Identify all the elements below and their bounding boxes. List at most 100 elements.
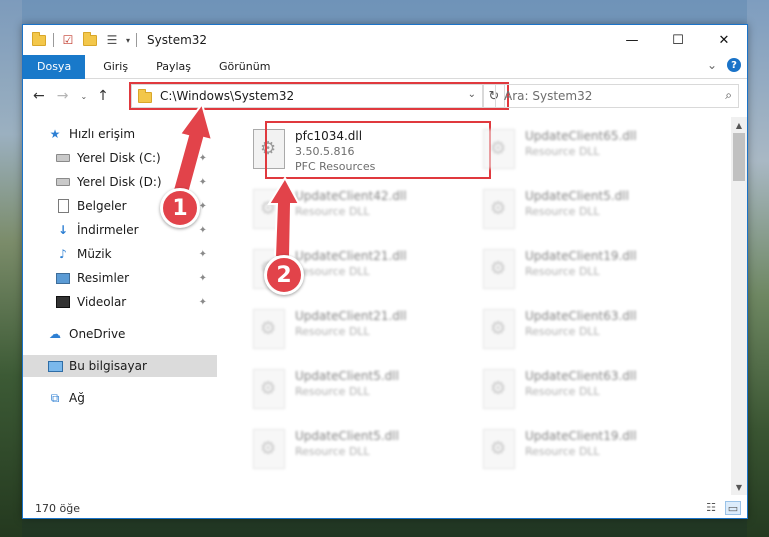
item-count: 170 öğe	[35, 501, 80, 515]
pictures-icon	[55, 270, 71, 286]
file-name: UpdateClient65.dll	[525, 129, 637, 143]
file-highlight-box	[265, 121, 491, 179]
cloud-icon: ☁	[49, 327, 61, 341]
sidebar-item-local-disk-c[interactable]: Yerel Disk (C:) ✦	[23, 147, 217, 169]
help-icon[interactable]: ?	[727, 58, 741, 72]
vertical-scrollbar[interactable]: ▲ ▼	[731, 117, 747, 495]
sidebar-item-label: Bu bilgisayar	[69, 359, 147, 373]
tab-file[interactable]: Dosya	[23, 54, 86, 79]
list-item[interactable]: UpdateClient63.dll Resource DLL	[475, 301, 695, 357]
new-folder-icon[interactable]	[82, 31, 98, 48]
music-icon: ♪	[59, 247, 67, 261]
file-description: Resource DLL	[295, 205, 370, 218]
file-description: Resource DLL	[525, 205, 600, 218]
sidebar-item-label: Yerel Disk (C:)	[77, 151, 161, 165]
close-button[interactable]: ✕	[701, 25, 747, 55]
dll-file-icon	[483, 189, 515, 229]
dll-file-icon	[253, 429, 285, 469]
tab-home[interactable]: Giriş	[89, 55, 142, 79]
toolbar-separator	[136, 33, 138, 47]
file-name: UpdateClient63.dll	[525, 309, 637, 323]
pin-icon[interactable]: ✦	[199, 273, 207, 284]
list-item[interactable]: UpdateClient63.dll Resource DLL	[475, 361, 695, 417]
sidebar-item-quick-access[interactable]: ★ Hızlı erişim	[23, 123, 217, 145]
document-icon	[55, 198, 71, 214]
details-view-icon[interactable]: ☷	[703, 501, 719, 515]
scroll-up-icon[interactable]: ▲	[731, 117, 747, 133]
address-row: ← → ⌄ ↑ C:\Windows\System32 ⌄ ↻ Ara: Sys…	[23, 80, 747, 114]
pin-icon[interactable]: ✦	[199, 249, 207, 260]
scrollbar-thumb[interactable]	[733, 133, 745, 181]
minimize-button[interactable]: —	[609, 25, 655, 55]
file-description: Resource DLL	[525, 385, 600, 398]
file-description: Resource DLL	[295, 445, 370, 458]
sidebar-item-pictures[interactable]: Resimler ✦	[23, 267, 217, 289]
view-switcher: ☷ ▭	[697, 501, 741, 515]
sidebar-item-label: Videolar	[77, 295, 127, 309]
tab-share[interactable]: Paylaş	[142, 55, 205, 79]
dll-file-icon	[253, 309, 285, 349]
tiles-view-icon[interactable]: ▭	[725, 501, 741, 515]
dll-file-icon	[483, 129, 515, 169]
file-name: UpdateClient19.dll	[525, 429, 637, 443]
file-description: Resource DLL	[525, 325, 600, 338]
pin-icon[interactable]: ✦	[199, 177, 207, 188]
list-item[interactable]: UpdateClient5.dll Resource DLL	[245, 361, 465, 417]
sidebar-item-label: Yerel Disk (D:)	[77, 175, 162, 189]
up-button[interactable]: ↑	[97, 88, 109, 104]
pin-icon[interactable]: ✦	[199, 153, 207, 164]
list-item[interactable]: UpdateClient5.dll Resource DLL	[475, 181, 695, 237]
file-description: Resource DLL	[295, 265, 370, 278]
file-name: UpdateClient5.dll	[295, 429, 399, 443]
recent-locations-dropdown[interactable]: ⌄	[80, 92, 87, 101]
sidebar-item-label: Belgeler	[77, 199, 127, 213]
file-description: Resource DLL	[295, 385, 370, 398]
properties-icon[interactable]: ☑	[60, 32, 76, 48]
pin-icon[interactable]: ✦	[199, 297, 207, 308]
file-name: UpdateClient5.dll	[295, 369, 399, 383]
address-highlight-box	[129, 82, 509, 110]
file-description: Resource DLL	[525, 145, 600, 158]
list-item[interactable]: UpdateClient42.dll Resource DLL	[245, 181, 465, 237]
file-description: Resource DLL	[525, 445, 600, 458]
list-item[interactable]: UpdateClient19.dll Resource DLL	[475, 421, 695, 477]
quick-access-toolbar: ☑ ☰ ▾	[31, 25, 143, 55]
list-item[interactable]: UpdateClient65.dll Resource DLL	[475, 121, 695, 177]
customize-toolbar-dropdown[interactable]: ▾	[126, 36, 130, 45]
step-badge-2: 2	[264, 255, 304, 295]
download-icon: ↓	[57, 223, 69, 237]
dll-file-icon	[483, 309, 515, 349]
sidebar-item-videos[interactable]: Videolar ✦	[23, 291, 217, 313]
folder-icon	[31, 31, 47, 48]
drive-icon	[55, 174, 71, 190]
sidebar-item-onedrive[interactable]: ☁ OneDrive	[23, 323, 217, 345]
search-icon[interactable]: ⌕	[725, 88, 732, 103]
desktop-background-left	[0, 0, 22, 537]
list-item[interactable]: UpdateClient21.dll Resource DLL	[245, 301, 465, 357]
forward-button[interactable]: →	[57, 88, 69, 104]
list-item[interactable]: UpdateClient5.dll Resource DLL	[245, 421, 465, 477]
sidebar-item-music[interactable]: ♪ Müzik ✦	[23, 243, 217, 265]
back-button[interactable]: ←	[33, 88, 45, 104]
network-icon: ⧉	[50, 390, 60, 405]
maximize-button[interactable]: ☐	[655, 25, 701, 55]
expand-ribbon-button[interactable]: ⌄	[707, 58, 717, 72]
list-item[interactable]: UpdateClient19.dll Resource DLL	[475, 241, 695, 297]
computer-icon	[47, 358, 63, 374]
ribbon-right-controls: ⌄ ?	[707, 58, 741, 72]
sidebar-item-label: OneDrive	[69, 327, 126, 341]
search-box[interactable]: Ara: System32 ⌕	[495, 84, 739, 108]
pin-icon[interactable]: ✦	[199, 225, 207, 236]
search-input[interactable]: Ara: System32	[504, 89, 592, 103]
sidebar-item-label: Ağ	[69, 391, 85, 405]
tab-view[interactable]: Görünüm	[205, 55, 284, 79]
toolbar-separator	[53, 33, 54, 47]
sidebar-item-this-pc[interactable]: Bu bilgisayar	[23, 355, 217, 377]
file-name: UpdateClient42.dll	[295, 189, 407, 203]
rename-icon[interactable]: ☰	[104, 32, 120, 48]
dll-file-icon	[483, 429, 515, 469]
sidebar-item-network[interactable]: ⧉ Ağ	[23, 387, 217, 409]
scroll-down-icon[interactable]: ▼	[731, 479, 747, 495]
sidebar-item-label: Müzik	[77, 247, 112, 261]
desktop-background-right	[747, 0, 769, 537]
